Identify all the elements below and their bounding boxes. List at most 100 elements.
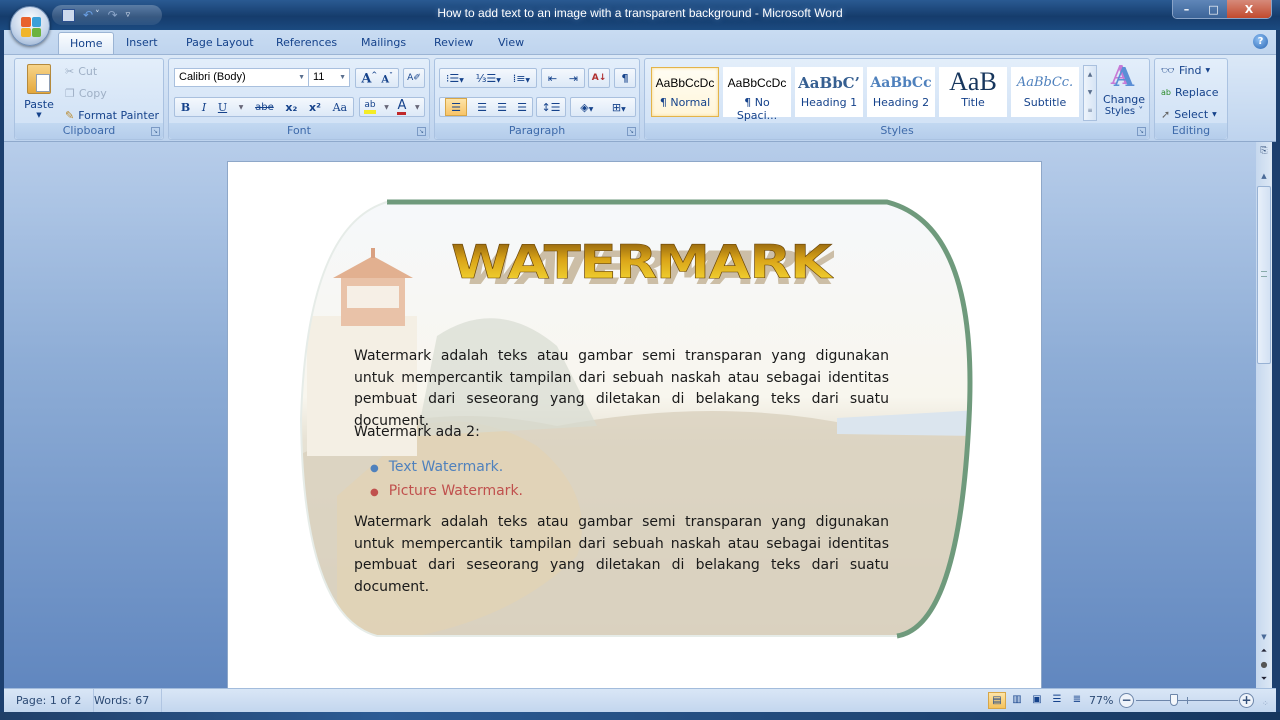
font-size-combo[interactable]: 11 ▼	[308, 68, 350, 87]
zoom-level[interactable]: 77%	[1089, 689, 1113, 712]
underline-dropdown-icon[interactable]: ▼	[239, 104, 244, 111]
close-button[interactable]: X	[1227, 0, 1271, 18]
paragraph-dialog-launcher[interactable]: ↘	[627, 127, 636, 136]
chevron-down-icon[interactable]: ▼	[339, 69, 346, 86]
format-painter-button[interactable]: ✎ Format Painter	[65, 109, 159, 122]
undo-icon[interactable]: ↶	[83, 8, 93, 22]
select-dropdown-icon[interactable]: ▼	[1212, 111, 1217, 118]
previous-page-icon[interactable]: ⏶	[1256, 644, 1272, 658]
show-formatting-marks-button[interactable]: ¶	[614, 68, 636, 88]
gallery-up-icon[interactable]: ▲	[1084, 66, 1096, 84]
center-button[interactable]: ☰	[477, 101, 487, 114]
tab-insert[interactable]: Insert	[126, 32, 158, 54]
style-subtitle[interactable]: AaBbCc. Subtitle	[1011, 67, 1079, 117]
paragraph-3[interactable]: Watermark adalah teks atau gambar semi t…	[354, 512, 889, 598]
styles-dialog-launcher[interactable]: ↘	[1137, 127, 1146, 136]
scrollbar-thumb[interactable]	[1257, 186, 1271, 364]
help-icon[interactable]: ?	[1253, 34, 1268, 49]
align-left-button[interactable]: ☰	[445, 98, 468, 116]
minimize-button[interactable]: –	[1173, 0, 1200, 18]
browse-object-icon[interactable]: ●	[1256, 658, 1272, 672]
increase-indent-button[interactable]: ⇥	[569, 72, 578, 85]
ruler-toggle-icon[interactable]: ⎘	[1258, 146, 1270, 162]
font-dialog-launcher[interactable]: ↘	[417, 127, 426, 136]
word-count-status[interactable]: Words: 67	[82, 689, 163, 712]
tab-view[interactable]: View	[498, 32, 524, 54]
subscript-button[interactable]: x₂	[285, 101, 297, 114]
bold-button[interactable]: B	[181, 101, 190, 114]
paragraph-1[interactable]: Watermark adalah teks atau gambar semi t…	[354, 346, 889, 432]
customize-qat-icon[interactable]: ▿	[126, 10, 131, 20]
scroll-up-icon[interactable]: ▲	[1256, 168, 1272, 184]
wordart-watermark[interactable]: WATERMARK WATERMARK	[448, 234, 834, 288]
grow-font-button[interactable]: A^	[361, 70, 377, 86]
zoom-in-button[interactable]: +	[1239, 693, 1254, 708]
tab-mailings[interactable]: Mailings	[361, 32, 406, 54]
find-dropdown-icon[interactable]: ▼	[1206, 67, 1211, 74]
paragraph-2[interactable]: Watermark ada 2:	[354, 422, 889, 444]
gallery-down-icon[interactable]: ▼	[1084, 84, 1096, 102]
zoom-out-button[interactable]: −	[1119, 693, 1134, 708]
list-item[interactable]: ● Picture Watermark.	[370, 480, 523, 504]
draft-view-icon[interactable]: ≣	[1068, 692, 1086, 709]
italic-button[interactable]: I	[202, 101, 206, 114]
outline-view-icon[interactable]: ☰	[1048, 692, 1066, 709]
font-color-dropdown-icon[interactable]: ▼	[415, 104, 420, 111]
replace-button[interactable]: ab Replace	[1161, 86, 1219, 99]
shrink-font-button[interactable]: Aˇ	[381, 71, 392, 85]
highlight-button[interactable]: ab	[364, 100, 376, 114]
clear-formatting-button[interactable]: A✐	[403, 68, 425, 88]
scroll-down-icon[interactable]: ▼	[1256, 630, 1272, 644]
resize-grip-icon[interactable]: ⁘	[1262, 699, 1269, 708]
style-heading-2[interactable]: AaBbCc Heading 2	[867, 67, 935, 117]
tab-page-layout[interactable]: Page Layout	[186, 32, 254, 54]
style-title[interactable]: AaB Title	[939, 67, 1007, 117]
font-color-button[interactable]: A	[397, 99, 407, 115]
change-styles-button[interactable]: A Change Styles ˅	[1101, 63, 1147, 117]
zoom-slider-thumb[interactable]	[1169, 694, 1178, 706]
tab-home[interactable]: Home	[58, 32, 115, 54]
copy-button[interactable]: ❐ Copy	[65, 87, 107, 100]
shading-button[interactable]: ◈▼	[580, 101, 593, 114]
print-layout-view-icon[interactable]: ▤	[988, 692, 1006, 709]
gallery-more-icon[interactable]: ≡	[1084, 102, 1096, 120]
multilevel-list-button[interactable]: ⁞≡▼	[513, 72, 530, 85]
tab-references[interactable]: References	[276, 32, 337, 54]
select-button[interactable]: ➚ Select ▼	[1161, 108, 1217, 121]
borders-button[interactable]: ⊞▼	[612, 101, 626, 114]
decrease-indent-button[interactable]: ⇤	[548, 72, 557, 85]
tab-review[interactable]: Review	[434, 32, 473, 54]
change-case-button[interactable]: Aa	[333, 101, 348, 114]
redo-icon[interactable]: ↷	[108, 8, 118, 22]
full-screen-reading-view-icon[interactable]: ▥	[1008, 692, 1026, 709]
numbering-button[interactable]: ⅓☰▼	[476, 72, 501, 85]
highlight-dropdown-icon[interactable]: ▼	[384, 104, 389, 111]
undo-dropdown-icon[interactable]: ˅	[95, 10, 100, 20]
justify-button[interactable]: ☰	[517, 101, 527, 114]
office-button[interactable]	[10, 6, 50, 46]
paste-button[interactable]: Paste ▼	[21, 62, 57, 122]
style-no-spacing[interactable]: AaBbCcDc ¶ No Spaci...	[723, 67, 791, 122]
clipboard-dialog-launcher[interactable]: ↘	[151, 127, 160, 136]
underline-button[interactable]: U	[218, 101, 227, 114]
superscript-button[interactable]: x²	[309, 101, 321, 114]
strikethrough-button[interactable]: abe	[255, 102, 274, 113]
cut-button[interactable]: ✂ Cut	[65, 65, 97, 78]
next-page-icon[interactable]: ⏷	[1256, 672, 1272, 686]
page-count-status[interactable]: Page: 1 of 2	[4, 689, 95, 712]
restore-button[interactable]: □	[1200, 0, 1227, 18]
chevron-down-icon[interactable]: ▼	[298, 69, 305, 86]
align-right-button[interactable]: ☰	[497, 101, 507, 114]
font-name-combo[interactable]: Calibri (Body) ▼	[174, 68, 309, 87]
bullets-button[interactable]: ⁝☰▼	[446, 72, 464, 85]
style-normal[interactable]: AaBbCcDc ¶ Normal	[651, 67, 719, 117]
sort-button[interactable]: A↓	[588, 68, 610, 88]
line-spacing-button[interactable]: ↕☰	[536, 97, 566, 117]
paste-dropdown-icon[interactable]: ▼	[21, 111, 57, 119]
save-icon[interactable]	[62, 8, 75, 22]
style-heading-1[interactable]: AaBbC’ Heading 1	[795, 67, 863, 117]
vertical-scrollbar[interactable]: ⎘ ▲ ▼ ⏶ ● ⏷	[1256, 142, 1272, 688]
web-layout-view-icon[interactable]: ▣	[1028, 692, 1046, 709]
find-button[interactable]: 👓︎ Find ▼	[1161, 64, 1210, 77]
list-item[interactable]: ● Text Watermark.	[370, 456, 523, 480]
